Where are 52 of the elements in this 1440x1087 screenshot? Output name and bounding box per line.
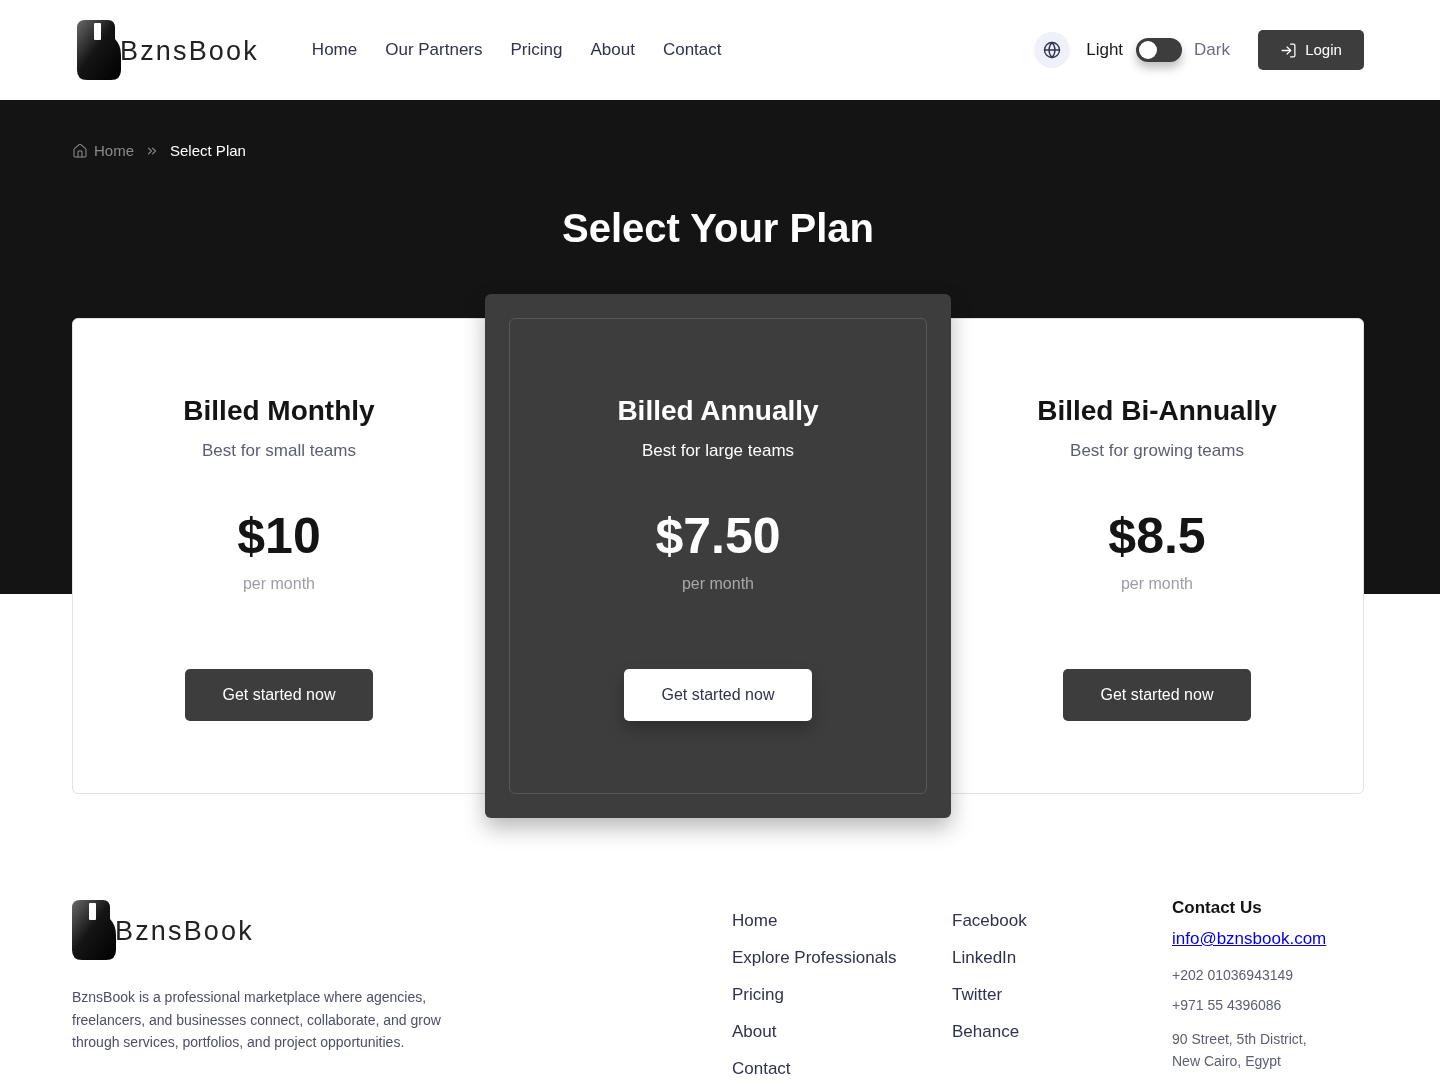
get-started-button[interactable]: Get started now — [185, 669, 373, 721]
email-link[interactable]: info@bznsbook.com — [1172, 927, 1327, 951]
social-link[interactable]: Facebook — [952, 909, 1172, 933]
breadcrumb-link[interactable]: Select Plan — [170, 141, 246, 161]
plan-price: $7.50 — [655, 507, 781, 566]
logo-text: BznsBook — [120, 37, 259, 65]
social-link[interactable]: Behance — [952, 1020, 1172, 1044]
nav-link[interactable]: Pricing — [510, 38, 563, 62]
light-mode-label: Light — [1086, 39, 1124, 61]
phone-number: +971 55 4396086 — [1172, 996, 1283, 1015]
nav-link[interactable]: Contact — [662, 38, 722, 62]
login-icon — [1280, 41, 1298, 59]
get-started-button[interactable]: Get started now — [1063, 669, 1251, 721]
nav-link[interactable]: Our Partners — [385, 38, 483, 62]
plan-subtitle: Best for growing teams — [1070, 440, 1244, 462]
footer-link[interactable]: Explore Professionals — [732, 946, 952, 970]
logo-mark-icon — [72, 900, 116, 960]
plan-subtitle: Best for small teams — [202, 440, 356, 462]
contact-heading: Contact Us — [1172, 897, 1262, 919]
plan-title: Billed Bi-Annually — [1037, 394, 1277, 428]
get-started-button[interactable]: Get started now — [624, 669, 812, 721]
theme-switch[interactable] — [1136, 38, 1183, 62]
footer-link[interactable]: Contact — [732, 1057, 952, 1081]
footer-link[interactable]: Home — [732, 909, 952, 933]
footer-link[interactable]: About — [732, 1020, 952, 1044]
plan-subtitle: Best for large teams — [641, 440, 795, 462]
social-link[interactable]: LinkedIn — [952, 946, 1172, 970]
logo-text: BznsBook — [115, 917, 254, 945]
nav-link[interactable]: Home — [311, 38, 358, 62]
price-period: per month — [681, 574, 754, 594]
price-period: per month — [1120, 574, 1193, 594]
breadcrumb-link[interactable]: Home — [94, 141, 134, 161]
double-chevron-icon — [145, 144, 159, 158]
plan-title: Billed Monthly — [183, 394, 375, 428]
language-button[interactable] — [1034, 32, 1071, 68]
address-line: 90 Street, 5th District, — [1172, 1030, 1307, 1049]
footer-link[interactable]: Pricing — [732, 983, 952, 1007]
footer-description: BznsBook is a professional marketplace where agencies, freelancers, and businesses connect, collaborate, and grow through services, portfolios, and project opportunities. — [72, 988, 442, 1052]
globe-icon — [1043, 41, 1062, 59]
logo-mark-icon — [77, 20, 121, 80]
price-period: per month — [242, 574, 315, 594]
dark-mode-label: Dark — [1194, 39, 1230, 61]
address-line: New Cairo, Egypt — [1172, 1052, 1282, 1071]
home-icon — [72, 143, 88, 159]
page-title: Select Your Plan — [561, 205, 875, 251]
phone-number: +202 01036943149 — [1172, 966, 1294, 985]
nav-link[interactable]: About — [590, 38, 635, 62]
login-button[interactable]: Login — [1258, 30, 1364, 70]
plan-price: $8.5 — [1108, 507, 1206, 566]
plan-price: $10 — [237, 507, 321, 566]
plan-title: Billed Annually — [617, 394, 819, 428]
social-link[interactable]: Twitter — [952, 983, 1172, 1007]
